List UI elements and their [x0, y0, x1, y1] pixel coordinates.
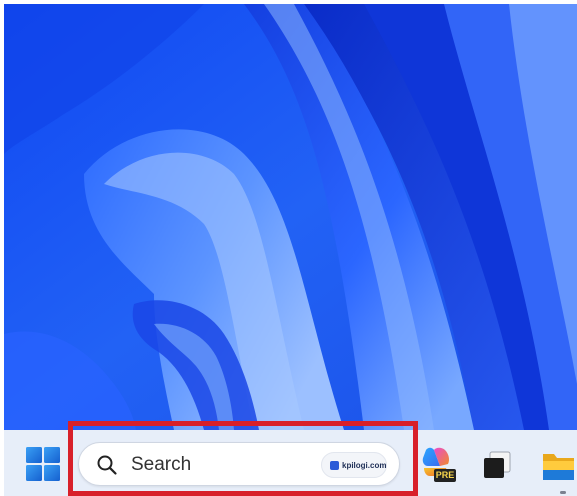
taskbar: Search kpilogi.com PRE — [4, 430, 577, 496]
desktop-wallpaper — [4, 4, 577, 430]
start-button[interactable] — [24, 445, 62, 483]
highlight-logo-text: kpilogi.com — [342, 461, 387, 470]
copilot-button[interactable]: PRE — [418, 444, 456, 484]
folder-icon — [543, 454, 574, 480]
task-view-button[interactable] — [478, 446, 516, 484]
search-highlight-badge[interactable]: kpilogi.com — [321, 452, 387, 478]
running-app-indicator — [560, 491, 566, 494]
screenshot: Search kpilogi.com PRE — [0, 0, 577, 496]
task-view-icon — [484, 451, 511, 478]
file-explorer-button[interactable] — [540, 444, 577, 488]
windows-logo-icon — [26, 447, 60, 481]
taskbar-search-box[interactable]: Search kpilogi.com — [78, 442, 400, 486]
search-placeholder: Search — [131, 454, 192, 475]
highlight-logo-icon — [330, 461, 339, 470]
preview-badge: PRE — [434, 469, 456, 482]
search-icon — [97, 455, 117, 475]
bloom-wallpaper-image — [4, 4, 577, 430]
